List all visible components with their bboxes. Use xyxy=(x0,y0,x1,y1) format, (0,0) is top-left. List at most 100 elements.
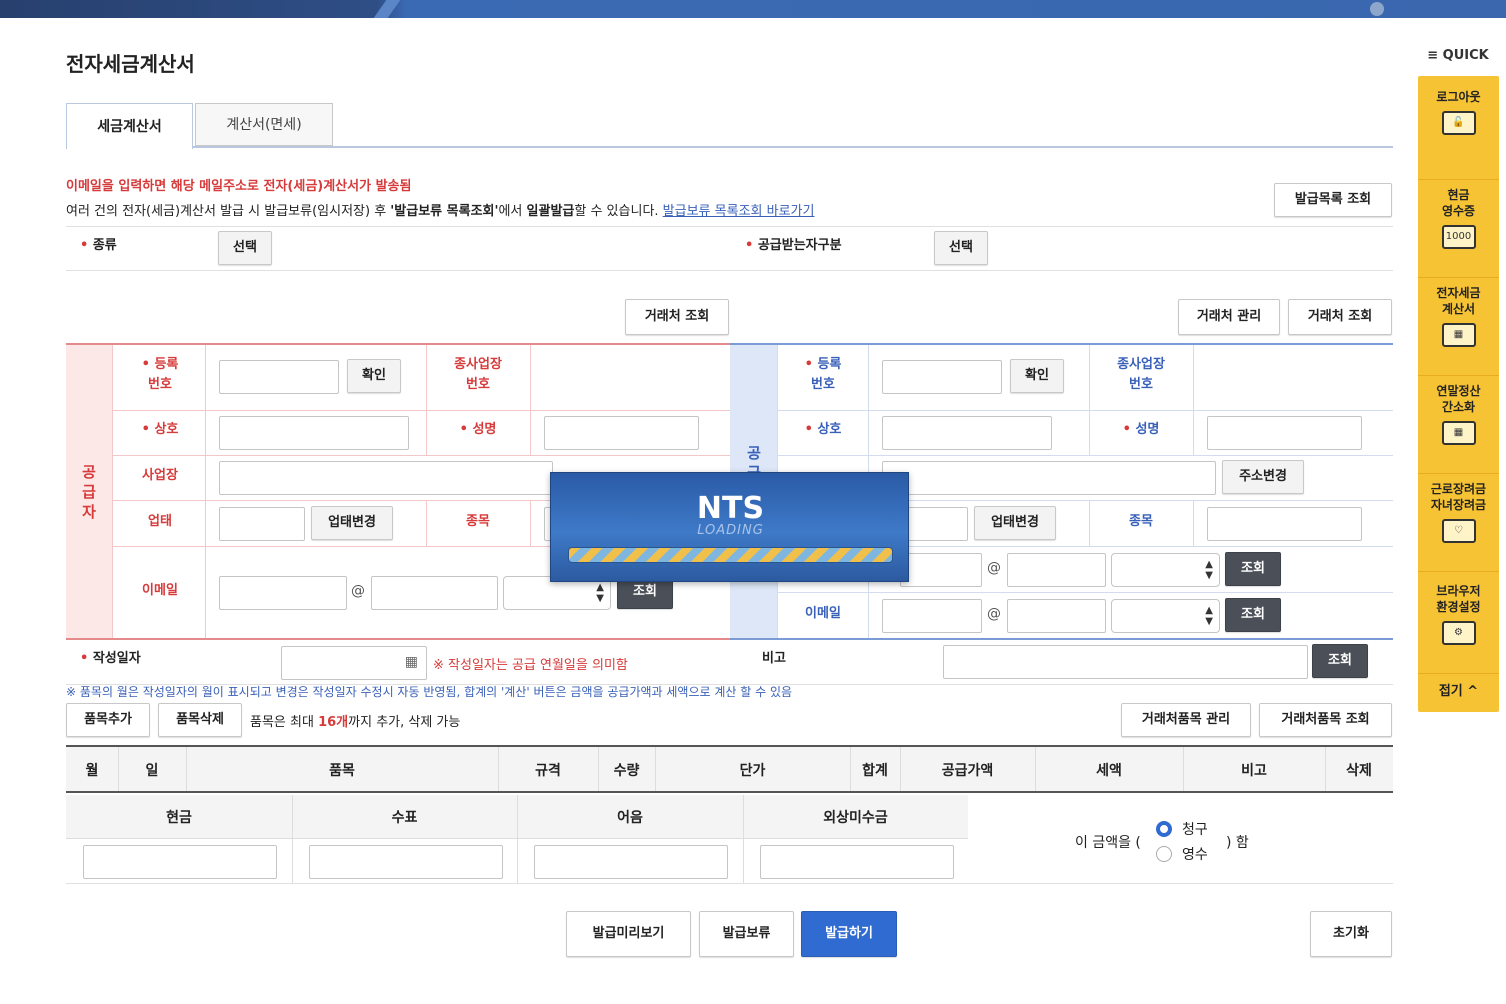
item-header-cell: 합계 xyxy=(862,763,888,779)
supplier-biz-type-change-button[interactable]: 업태변경 xyxy=(311,506,393,540)
receiver-type-select-button[interactable]: 선택 xyxy=(934,231,988,265)
radio-claim[interactable] xyxy=(1156,821,1172,837)
item-header-cell: 수량 xyxy=(613,763,640,779)
item-header-cell: 공급가액 xyxy=(941,763,994,779)
radio-receipt-label: 영수 xyxy=(1182,847,1208,863)
credit-input[interactable] xyxy=(760,845,954,879)
radio-claim-label: 청구 xyxy=(1182,822,1208,838)
receiver-biz-type-change-button[interactable]: 업태변경 xyxy=(974,506,1056,540)
receiver-partner-lookup-button[interactable]: 거래처 조회 xyxy=(1288,299,1392,335)
partner-item-manage-button[interactable]: 거래처품목 관리 xyxy=(1121,703,1251,737)
receiver-name-label: • 성명 xyxy=(1122,422,1160,437)
delete-item-button[interactable]: 품목삭제 xyxy=(158,703,242,737)
quick-item-browser-settings[interactable]: 브라우저 환경설정 ⚙ xyxy=(1418,580,1499,674)
payment-header-cell: 수표 xyxy=(391,810,418,826)
supplier-email-id-input[interactable] xyxy=(219,576,347,610)
receiver-item-input[interactable] xyxy=(1207,507,1362,541)
supplier-biz-type-label: 업태 xyxy=(148,514,172,529)
supplier-email-label: 이메일 xyxy=(142,583,178,598)
remark-label: 비고 xyxy=(762,651,786,666)
supplier-partner-lookup-button[interactable]: 거래처 조회 xyxy=(625,299,729,335)
add-item-button[interactable]: 품목추가 xyxy=(66,703,150,737)
tab-label: 계산서(면세) xyxy=(226,117,302,133)
cash-input[interactable] xyxy=(83,845,277,879)
invoice-icon: ▦ xyxy=(1441,323,1476,347)
write-date-input[interactable]: ▦ xyxy=(281,646,427,680)
receiver-email2-id-input[interactable] xyxy=(882,599,982,633)
remark-lookup-button[interactable]: 조회 xyxy=(1312,644,1368,678)
calendar-icon[interactable]: ▦ xyxy=(405,654,418,670)
tab-invoice-exempt[interactable]: 계산서(면세) xyxy=(195,103,333,146)
quick-item-year-end-tax[interactable]: 연말정산 간소화 ▦ xyxy=(1418,380,1499,474)
check-input[interactable] xyxy=(309,845,503,879)
receiver-name-input[interactable] xyxy=(1207,416,1362,450)
receiver-item-label: 종목 xyxy=(1129,514,1153,529)
heart-icon: ♡ xyxy=(1441,519,1476,543)
receiver-reg-no-input[interactable] xyxy=(882,360,1002,394)
item-header-cell: 품목 xyxy=(329,763,355,779)
supplier-name-input[interactable] xyxy=(544,416,699,450)
supplier-company-input[interactable] xyxy=(219,416,409,450)
receiver-biz-type-input[interactable] xyxy=(900,507,968,541)
receiver-type-label: • 공급받는자구분 xyxy=(745,238,842,253)
quick-collapse-button[interactable]: 접기 ^ xyxy=(1418,680,1499,699)
receiver-confirm-button[interactable]: 확인 xyxy=(1010,359,1064,393)
quick-item-label: 근로장려금 자녀장려금 xyxy=(1430,482,1487,512)
receiver-address-input[interactable] xyxy=(882,461,1216,495)
at-sign: @ xyxy=(351,583,365,599)
receipt-icon: 1000 xyxy=(1441,225,1476,249)
receiver-email2-domain-select[interactable]: ▲ ▼ xyxy=(1111,599,1220,633)
quick-item-logout[interactable]: 로그아웃 🔓 xyxy=(1418,86,1499,180)
quick-item-label: 전자세금 계산서 xyxy=(1436,286,1481,316)
issue-list-button[interactable]: 발급목록 조회 xyxy=(1274,183,1392,217)
kind-select-button[interactable]: 선택 xyxy=(218,231,272,265)
item-header-cell: 일 xyxy=(145,763,159,779)
bulk-issue-notice: 여러 건의 전자(세금)계산서 발급 시 발급보류(임시저장) 후 '발급보류 … xyxy=(66,204,815,219)
quick-item-label: 브라우저 환경설정 xyxy=(1436,584,1481,614)
issue-preview-button[interactable]: 발급미리보기 xyxy=(566,911,691,957)
receiver-company-input[interactable] xyxy=(882,416,1052,450)
hold-list-link[interactable]: 발급보류 목록조회 바로가기 xyxy=(663,204,815,219)
unlock-icon: 🔓 xyxy=(1441,111,1476,135)
supplier-reg-no-input[interactable] xyxy=(219,360,339,394)
receiver-email1-domain-input[interactable] xyxy=(1007,553,1106,587)
receiver-company-label: • 상호 xyxy=(804,422,842,437)
payment-header-cell: 외상미수금 xyxy=(823,810,888,826)
document-icon: ▦ xyxy=(1441,421,1476,445)
supplier-address-input[interactable] xyxy=(219,461,553,495)
supplier-company-label: • 상호 xyxy=(141,422,179,437)
radio-receipt[interactable] xyxy=(1156,846,1172,862)
supplier-biz-place-label: 사업장 xyxy=(142,468,178,483)
supplier-biz-type-input[interactable] xyxy=(219,507,305,541)
item-header-cell: 삭제 xyxy=(1346,763,1372,779)
item-header-cell: 규격 xyxy=(535,763,561,779)
quick-item-cash-receipt[interactable]: 현금 영수증 1000 xyxy=(1418,184,1499,278)
write-date-note: ※ 작성일자는 공급 연월일을 의미함 xyxy=(433,658,628,673)
receiver-partner-manage-button[interactable]: 거래처 관리 xyxy=(1178,299,1280,335)
at-sign: @ xyxy=(987,606,1001,622)
partner-item-lookup-button[interactable]: 거래처품목 조회 xyxy=(1259,703,1392,737)
receiver-email2-domain-input[interactable] xyxy=(1007,599,1106,633)
note-input[interactable] xyxy=(534,845,728,879)
tab-tax-invoice[interactable]: 세금계산서 xyxy=(66,103,193,149)
payment-header-cell: 현금 xyxy=(166,810,192,826)
receiver-email1-domain-select[interactable]: ▲ ▼ xyxy=(1111,553,1220,587)
quick-item-label: 연말정산 간소화 xyxy=(1436,384,1481,414)
supplier-confirm-button[interactable]: 확인 xyxy=(347,359,401,393)
tab-label: 세금계산서 xyxy=(97,119,162,135)
receiver-email2-lookup-button[interactable]: 조회 xyxy=(1225,598,1281,632)
supplier-side-label: 공 급 자 xyxy=(82,463,96,521)
quick-item-e-tax-invoice[interactable]: 전자세금 계산서 ▦ xyxy=(1418,282,1499,376)
supplier-item-label: 종목 xyxy=(466,514,490,529)
issue-hold-button[interactable]: 발급보류 xyxy=(699,911,794,957)
remark-input[interactable] xyxy=(943,645,1308,679)
issue-button[interactable]: 발급하기 xyxy=(801,911,897,957)
receiver-email1-id-input[interactable] xyxy=(900,553,982,587)
supplier-email-domain-input[interactable] xyxy=(371,576,498,610)
quick-item-work-incentive[interactable]: 근로장려금 자녀장려금 ♡ xyxy=(1418,478,1499,572)
reset-button[interactable]: 초기화 xyxy=(1310,911,1392,957)
loading-dialog: NTS LOADING xyxy=(550,472,909,582)
receiver-email1-lookup-button[interactable]: 조회 xyxy=(1225,552,1281,586)
receiver-address-change-button[interactable]: 주소변경 xyxy=(1222,460,1304,494)
top-icon[interactable] xyxy=(1370,2,1384,16)
